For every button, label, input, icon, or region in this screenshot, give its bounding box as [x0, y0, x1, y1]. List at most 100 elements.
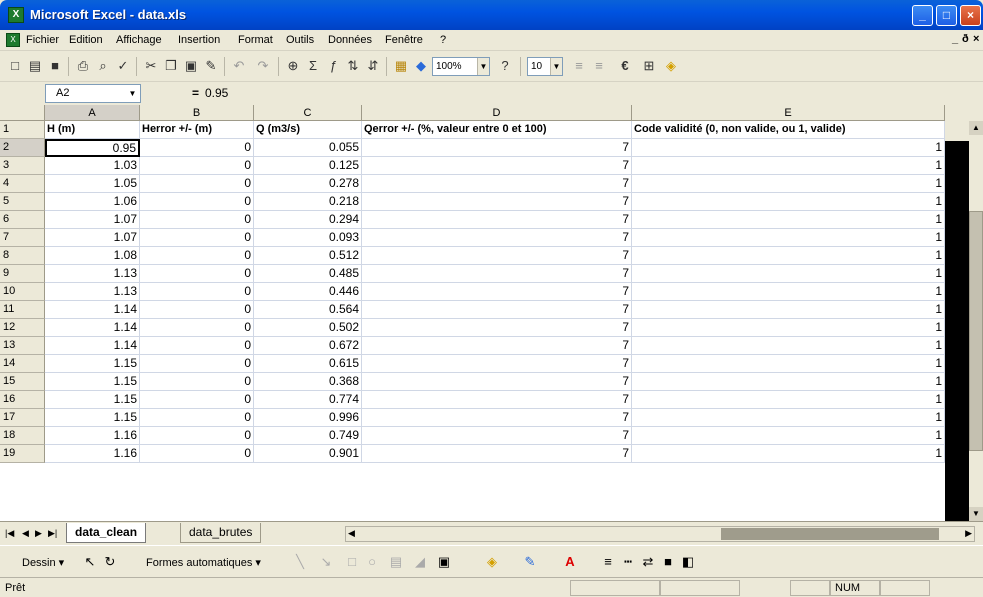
prev-sheet-icon[interactable]: ◀	[22, 528, 29, 539]
table-cell[interactable]: 0	[140, 337, 254, 355]
align-center-icon[interactable]: ≡	[590, 57, 608, 75]
table-cell[interactable]: 0.218	[254, 193, 362, 211]
undo-icon[interactable]: ↶	[230, 57, 248, 75]
function-icon[interactable]: ƒ	[324, 57, 342, 75]
table-cell[interactable]: 1	[632, 211, 945, 229]
table-cell[interactable]: 0.564	[254, 301, 362, 319]
header-cell-e[interactable]: Code validité (0, non valide, ou 1, vali…	[632, 121, 945, 139]
horizontal-scrollbar[interactable]: ◀ ▶	[345, 526, 975, 542]
table-cell[interactable]: 1	[632, 247, 945, 265]
name-box[interactable]: A2 ▼	[45, 84, 141, 103]
formula-input[interactable]: 0.95	[205, 86, 228, 100]
row-header[interactable]: 10	[0, 283, 45, 301]
header-cell-c[interactable]: Q (m3/s)	[254, 121, 362, 139]
row-header[interactable]: 17	[0, 409, 45, 427]
scroll-down-icon[interactable]: ▼	[969, 507, 983, 521]
paste-icon[interactable]: ▣	[182, 57, 200, 75]
table-cell[interactable]: 0.125	[254, 157, 362, 175]
table-cell[interactable]: 1	[632, 337, 945, 355]
menu-insertion[interactable]: Insertion	[178, 34, 220, 46]
table-cell[interactable]: 0	[140, 247, 254, 265]
table-cell[interactable]: 0.485	[254, 265, 362, 283]
table-cell[interactable]: 0	[140, 409, 254, 427]
header-cell-b[interactable]: Herror +/- (m)	[140, 121, 254, 139]
table-cell[interactable]: 1	[632, 175, 945, 193]
zoom-select[interactable]: 100% ▼	[432, 57, 490, 76]
table-cell[interactable]: 1.06	[45, 193, 140, 211]
table-cell[interactable]: 1	[632, 319, 945, 337]
table-cell[interactable]: 0	[140, 229, 254, 247]
open-icon[interactable]: ▤	[26, 57, 44, 75]
table-cell[interactable]: 0.996	[254, 409, 362, 427]
table-cell[interactable]: 1.15	[45, 409, 140, 427]
row-header[interactable]: 15	[0, 373, 45, 391]
column-header-d[interactable]: D	[362, 105, 632, 121]
table-cell[interactable]: 1.15	[45, 355, 140, 373]
table-cell[interactable]: 0.294	[254, 211, 362, 229]
table-cell[interactable]: 0	[140, 445, 254, 463]
doc-close-icon[interactable]: ×	[973, 33, 979, 45]
align-left-icon[interactable]: ≡	[570, 57, 588, 75]
table-cell[interactable]: 0	[140, 139, 254, 157]
table-cell[interactable]: 1	[632, 265, 945, 283]
row-header[interactable]: 14	[0, 355, 45, 373]
table-cell[interactable]: 7	[362, 157, 632, 175]
sort-icon[interactable]: ⇅	[344, 57, 362, 75]
excel-icon[interactable]: X	[8, 7, 24, 23]
table-cell[interactable]: 1.14	[45, 337, 140, 355]
menu-format[interactable]: Format	[238, 34, 273, 46]
save-icon[interactable]: ■	[46, 57, 64, 75]
table-cell[interactable]: 7	[362, 373, 632, 391]
table-cell[interactable]: 0.512	[254, 247, 362, 265]
table-cell[interactable]: 1.07	[45, 229, 140, 247]
sort-descending-icon[interactable]: ⇵	[364, 57, 382, 75]
table-cell[interactable]: 7	[362, 139, 632, 157]
table-cell[interactable]: 0	[140, 427, 254, 445]
clipart-icon[interactable]: ▣	[436, 554, 452, 570]
scroll-right-icon[interactable]: ▶	[965, 528, 972, 539]
wordart-icon[interactable]: ◢	[412, 554, 428, 570]
row-header[interactable]: 11	[0, 301, 45, 319]
table-cell[interactable]: 0	[140, 265, 254, 283]
menu-edition[interactable]: Edition	[69, 34, 103, 46]
row-header[interactable]: 1	[0, 121, 45, 139]
table-cell[interactable]: 0	[140, 301, 254, 319]
table-cell[interactable]: 7	[362, 355, 632, 373]
column-header-a[interactable]: A	[45, 105, 140, 121]
table-cell[interactable]: 1	[632, 445, 945, 463]
hscroll-thumb[interactable]	[721, 528, 939, 540]
table-cell[interactable]: 1.13	[45, 265, 140, 283]
next-sheet-icon[interactable]: ▶	[35, 528, 42, 539]
row-header[interactable]: 18	[0, 427, 45, 445]
row-header[interactable]: 2	[0, 139, 45, 157]
doc-restore-icon[interactable]: ð	[962, 33, 969, 45]
table-cell[interactable]: 0	[140, 355, 254, 373]
arrow-style-icon[interactable]: ⇄	[640, 554, 656, 570]
table-cell[interactable]: 1.03	[45, 157, 140, 175]
table-cell[interactable]: 1	[632, 193, 945, 211]
table-cell[interactable]: 0	[140, 373, 254, 391]
menu-affichage[interactable]: Affichage	[116, 34, 162, 46]
table-cell[interactable]: 1	[632, 355, 945, 373]
table-cell[interactable]: 0	[140, 319, 254, 337]
workbook-icon[interactable]: X	[6, 33, 20, 47]
table-cell[interactable]: 1.08	[45, 247, 140, 265]
select-objects-icon[interactable]: ↖	[82, 554, 98, 570]
select-all-corner[interactable]	[0, 105, 45, 121]
textbox-icon[interactable]: ▤	[388, 554, 404, 570]
first-sheet-icon[interactable]: |◀	[5, 528, 14, 539]
chevron-down-icon[interactable]: ▼	[126, 86, 139, 101]
sheet-tab-data-clean[interactable]: data_clean	[66, 523, 147, 543]
cut-icon[interactable]: ✂	[142, 57, 160, 75]
table-cell[interactable]: 0	[140, 175, 254, 193]
oval-icon[interactable]: ○	[364, 554, 380, 570]
row-header[interactable]: 12	[0, 319, 45, 337]
column-header-c[interactable]: C	[254, 105, 362, 121]
autoshapes-menu[interactable]: Formes automatiques ▾	[146, 556, 261, 569]
3d-icon[interactable]: ◧	[680, 554, 696, 570]
table-cell[interactable]: 7	[362, 229, 632, 247]
row-header[interactable]: 3	[0, 157, 45, 175]
row-header[interactable]: 13	[0, 337, 45, 355]
table-cell[interactable]: 0	[140, 211, 254, 229]
currency-icon[interactable]: €	[616, 57, 634, 75]
